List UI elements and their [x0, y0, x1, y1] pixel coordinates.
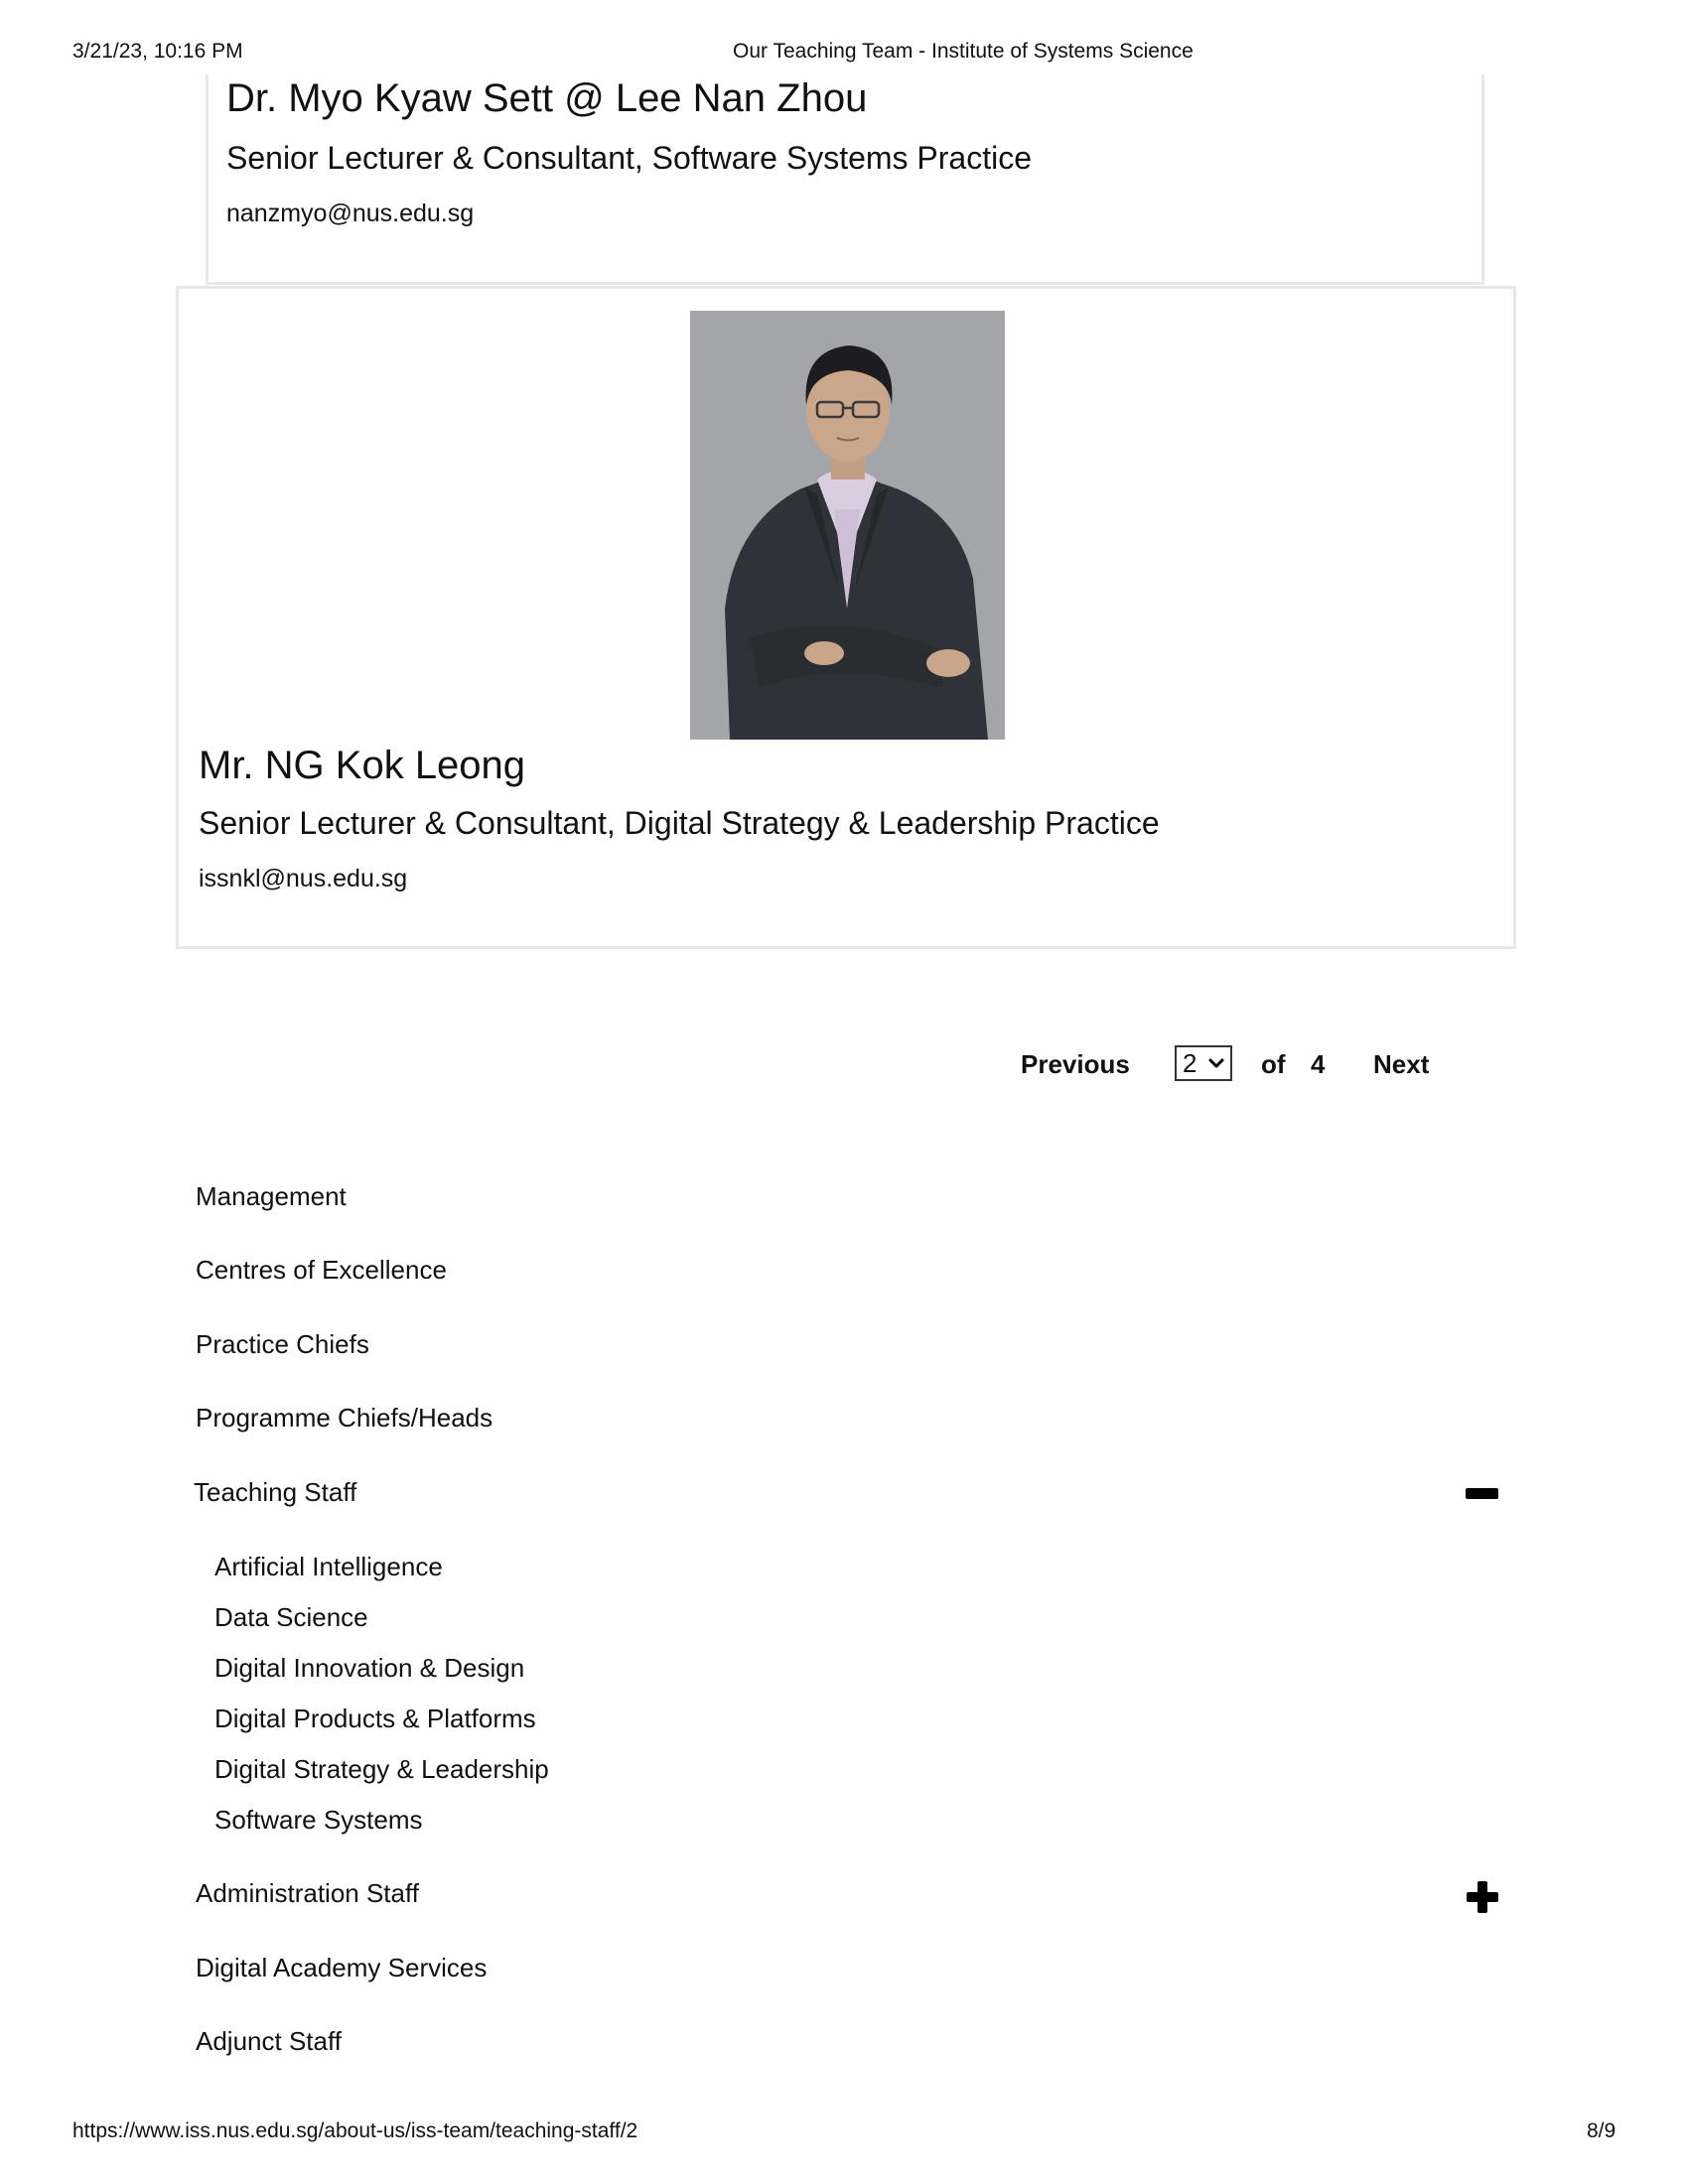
- print-header-datetime: 3/21/23, 10:16 PM: [72, 40, 243, 63]
- staff-card: Mr. NG Kok Leong Senior Lecturer & Consu…: [176, 286, 1516, 949]
- subnav-item-artificial-intelligence[interactable]: Artificial Intelligence: [214, 1552, 443, 1582]
- subnav-item-software-systems[interactable]: Software Systems: [214, 1805, 423, 1836]
- print-footer-page-number: 8/9: [1587, 2119, 1617, 2142]
- page-select[interactable]: 2: [1175, 1045, 1232, 1081]
- print-header-page-title: Our Teaching Team - Institute of Systems…: [733, 40, 1194, 63]
- page-total: 4: [1311, 1049, 1326, 1079]
- staff-role: Senior Lecturer & Consultant, Software S…: [226, 140, 1033, 176]
- collapse-icon[interactable]: [1466, 1488, 1498, 1499]
- subnav-item-digital-strategy-leadership[interactable]: Digital Strategy & Leadership: [214, 1754, 549, 1785]
- nav-item-management[interactable]: Management: [196, 1181, 347, 1212]
- nav-item-administration-staff[interactable]: Administration Staff: [196, 1878, 419, 1909]
- page-select-value: 2: [1183, 1047, 1197, 1078]
- staff-name: Mr. NG Kok Leong: [199, 744, 526, 787]
- subnav-item-data-science[interactable]: Data Science: [214, 1602, 368, 1633]
- staff-email[interactable]: issnkl@nus.edu.sg: [199, 865, 407, 893]
- nav-item-adjunct-staff[interactable]: Adjunct Staff: [196, 2026, 342, 2057]
- nav-item-centres-of-excellence[interactable]: Centres of Excellence: [196, 1255, 447, 1286]
- chevron-down-icon: [1208, 1058, 1224, 1068]
- staff-role: Senior Lecturer & Consultant, Digital St…: [199, 805, 1160, 841]
- subnav-item-digital-innovation-design[interactable]: Digital Innovation & Design: [214, 1653, 524, 1684]
- next-page-button[interactable]: Next: [1373, 1049, 1429, 1080]
- staff-name: Dr. Myo Kyaw Sett @ Lee Nan Zhou: [226, 76, 868, 120]
- staff-portrait-illustration: [690, 311, 1005, 740]
- staff-card: Dr. Myo Kyaw Sett @ Lee Nan Zhou Senior …: [206, 74, 1484, 285]
- subnav-item-digital-products-platforms[interactable]: Digital Products & Platforms: [214, 1704, 536, 1734]
- staff-photo: [690, 311, 1005, 740]
- nav-item-programme-chiefs[interactable]: Programme Chiefs/Heads: [196, 1403, 492, 1433]
- print-footer-url: https://www.iss.nus.edu.sg/about-us/iss-…: [72, 2119, 638, 2142]
- nav-item-digital-academy-services[interactable]: Digital Academy Services: [196, 1953, 487, 1983]
- previous-page-button[interactable]: Previous: [1021, 1049, 1130, 1080]
- nav-item-practice-chiefs[interactable]: Practice Chiefs: [196, 1329, 369, 1360]
- nav-item-teaching-staff[interactable]: Teaching Staff: [194, 1477, 356, 1508]
- staff-email[interactable]: nanzmyo@nus.edu.sg: [226, 200, 474, 228]
- expand-icon[interactable]: [1467, 1881, 1498, 1913]
- page-of-label: of: [1261, 1049, 1286, 1079]
